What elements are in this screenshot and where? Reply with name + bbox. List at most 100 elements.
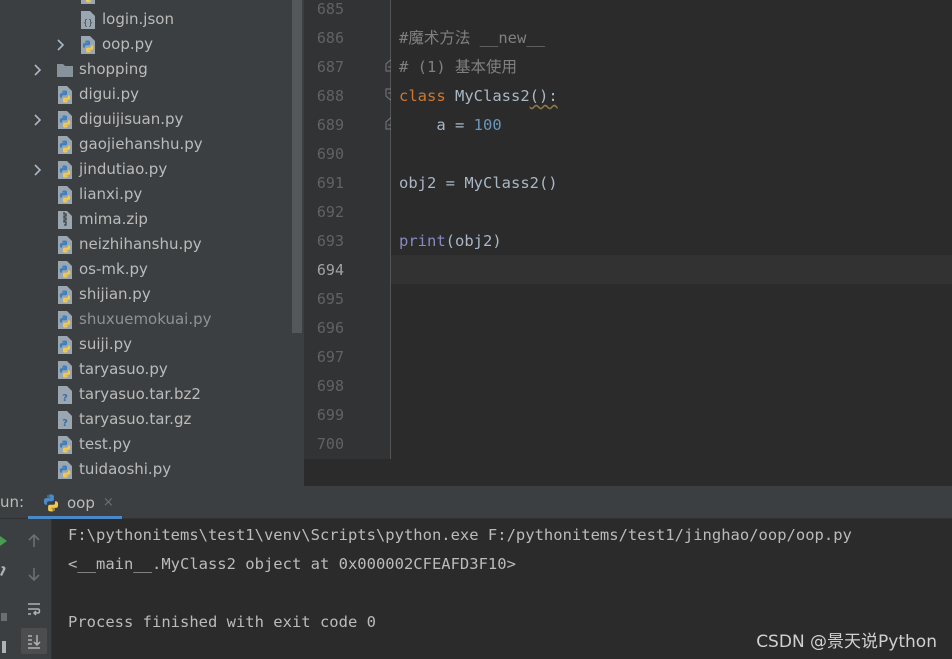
project-tree: {} login.json oop.py shopping digui.py diguij… [0, 0, 291, 486]
tree-item-digui-py[interactable]: digui.py [0, 82, 291, 107]
line-number: 697 [316, 348, 344, 366]
python-file-icon [56, 110, 74, 130]
editor-bottom-area [304, 459, 952, 486]
unknown-file-icon: ? [56, 410, 74, 430]
line-number: 693 [316, 232, 344, 250]
line-number: 696 [316, 319, 344, 337]
tree-row-partial[interactable] [0, 0, 291, 7]
python-file-icon [56, 360, 74, 380]
line-number: 689 [316, 116, 344, 134]
arrow-up-icon[interactable] [21, 528, 47, 554]
tree-item-taryasuo-tar-gz[interactable]: ? taryasuo.tar.gz [0, 407, 291, 432]
tree-item-label: lianxi.py [79, 185, 143, 203]
tree-item-label: shopping [79, 60, 148, 78]
tree-item-suiji-py[interactable]: suiji.py [0, 332, 291, 357]
tree-item-label: oop.py [102, 35, 154, 53]
code-line-687: # (1) 基本使用 [399, 58, 517, 76]
tree-item-label: taryasuo.py [79, 360, 168, 378]
scrollbar-thumb[interactable] [292, 0, 302, 333]
tree-item-label: login.json [102, 10, 174, 28]
tree-item-label: gaojiehanshu.py [79, 135, 203, 153]
builtin-print: print [399, 232, 446, 250]
python-file-icon [56, 335, 74, 355]
tree-item-label: digui.py [79, 85, 140, 103]
code-line-693: print(obj2) [399, 227, 502, 256]
tree-item-label: suiji.py [79, 335, 132, 353]
tree-item-neizhihanshu-py[interactable]: neizhihanshu.py [0, 232, 291, 257]
stop-icon[interactable] [0, 609, 8, 623]
tree-item-label: taryasuo.tar.gz [79, 410, 192, 428]
line-number: 687 [316, 58, 344, 76]
tree-item-oop-py[interactable]: oop.py [0, 32, 291, 57]
rerun-icon[interactable] [0, 533, 8, 547]
attr-name: a [436, 116, 446, 134]
current-line-highlight [391, 255, 952, 284]
tree-item-lianxi-py[interactable]: lianxi.py [0, 182, 291, 207]
python-file-icon [56, 160, 74, 180]
wrench-icon[interactable] [0, 563, 8, 577]
close-icon[interactable]: × [103, 495, 114, 510]
line-number: 695 [316, 290, 344, 308]
line-number: 690 [316, 145, 344, 163]
tree-item-taryasuo-py[interactable]: taryasuo.py [0, 357, 291, 382]
tree-item-shijian-py[interactable]: shijian.py [0, 282, 291, 307]
folder-icon [56, 60, 74, 80]
chevron-right-icon[interactable] [54, 32, 66, 57]
arrow-down-icon[interactable] [21, 561, 47, 587]
tree-item-label: mima.zip [79, 210, 148, 228]
chevron-right-icon[interactable] [31, 107, 43, 132]
python-file-icon [79, 35, 97, 55]
python-file-icon [41, 493, 61, 513]
tree-item-jindutiao-py[interactable]: jindutiao.py [0, 157, 291, 182]
python-file-icon [56, 435, 74, 455]
code-line-686: #魔术方法 __new__ [399, 29, 545, 47]
tree-item-login-json[interactable]: {} login.json [0, 7, 291, 32]
chevron-right-icon[interactable] [31, 157, 43, 182]
tree-item-shopping[interactable]: shopping [0, 57, 291, 82]
console-line-output: <__main__.MyClass2 object at 0x000002CFE… [68, 555, 516, 573]
python-file-icon [56, 460, 74, 480]
line-number: 698 [316, 377, 344, 395]
scroll-to-end-icon[interactable] [21, 628, 47, 654]
tree-item-diguijisuan-py[interactable]: diguijisuan.py [0, 107, 291, 132]
run-tab-oop[interactable]: oop × [28, 486, 122, 519]
line-number: 686 [316, 29, 344, 47]
keyword-class: class [399, 87, 446, 105]
tree-item-mima-zip[interactable]: mima.zip [0, 207, 291, 232]
run-side-toolbar [17, 519, 52, 659]
line-number: 694 [316, 261, 344, 279]
tree-item-shuxuemokuai-py[interactable]: shuxuemokuai.py [0, 307, 291, 332]
pin-icon[interactable] [0, 639, 8, 653]
chevron-right-icon[interactable] [31, 57, 43, 82]
project-tree-scrollbar[interactable] [291, 0, 304, 486]
class-name: MyClass2 [455, 87, 530, 105]
python-file-icon [79, 0, 97, 5]
line-number: 685 [316, 0, 344, 18]
tree-item-os-mk-py[interactable]: os-mk.py [0, 257, 291, 282]
code-line-688: class MyClass2(): [399, 82, 558, 111]
line-number: 688 [316, 87, 344, 105]
python-file-icon [56, 85, 74, 105]
run-panel-label: un: [0, 493, 25, 511]
code-editor[interactable]: #魔术方法 __new__ # (1) 基本使用 class MyClass2(… [391, 0, 952, 459]
run-left-toolbar [0, 519, 17, 659]
python-file-icon [56, 135, 74, 155]
line-number: 700 [316, 435, 344, 453]
tree-item-taryasuo-tar-bz2[interactable]: ? taryasuo.tar.bz2 [0, 382, 291, 407]
tree-item-label: os-mk.py [79, 260, 148, 278]
assign-op: = [445, 116, 474, 134]
python-file-icon [56, 185, 74, 205]
json-file-icon: {} [79, 10, 97, 30]
line-number: 699 [316, 406, 344, 424]
soft-wrap-icon[interactable] [21, 596, 47, 622]
tree-item-tuidaoshi-py[interactable]: tuidaoshi.py [0, 457, 291, 482]
python-file-icon [56, 260, 74, 280]
tree-item-label: tuidaoshi.py [79, 460, 172, 478]
tree-item-test-py[interactable]: test.py [0, 432, 291, 457]
console-line-command: F:\pythonitems\test1\venv\Scripts\python… [68, 526, 852, 544]
svg-text:?: ? [62, 418, 68, 429]
tree-item-gaojiehanshu-py[interactable]: gaojiehanshu.py [0, 132, 291, 157]
python-file-icon [56, 310, 74, 330]
code-line-691: obj2 = MyClass2() [399, 174, 558, 192]
tree-item-label: neizhihanshu.py [79, 235, 202, 253]
